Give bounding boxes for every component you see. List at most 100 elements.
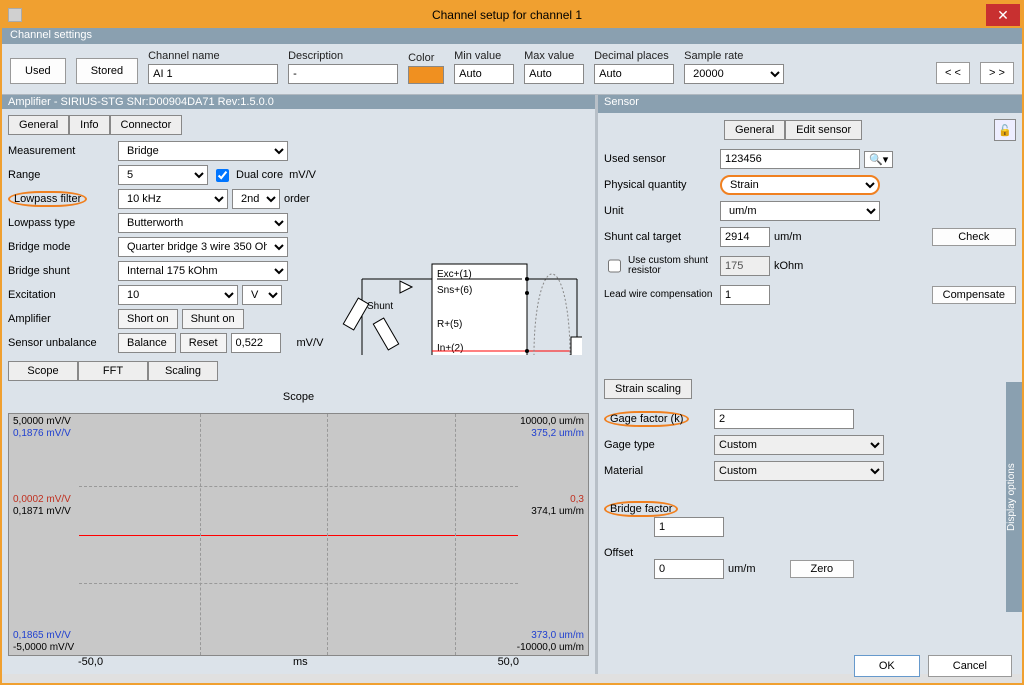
gf-label: Gage factor (k) (604, 411, 689, 427)
balance-button[interactable]: Balance (118, 333, 176, 353)
dp-input[interactable] (594, 64, 674, 84)
short-on-button[interactable]: Short on (118, 309, 178, 329)
dualcore-label: Dual core (236, 169, 283, 181)
svg-text:R+(5): R+(5) (437, 319, 462, 330)
shunt-on-button[interactable]: Shunt on (182, 309, 244, 329)
channel-name-label: Channel name (148, 50, 278, 62)
gf-input[interactable] (714, 409, 854, 429)
scope-xlab: ms (293, 656, 308, 668)
check-button[interactable]: Check (932, 228, 1016, 246)
range-select[interactable]: 5 (118, 165, 208, 185)
unit-select[interactable]: um/m (720, 201, 880, 221)
sr-label: Sample rate (684, 50, 784, 62)
dp-label: Decimal places (594, 50, 674, 62)
tab-fft[interactable]: FFT (78, 361, 148, 381)
tab-connector[interactable]: Connector (110, 115, 183, 135)
gt-select[interactable]: Custom (714, 435, 884, 455)
tab-info[interactable]: Info (69, 115, 109, 135)
unbal-input[interactable] (231, 333, 281, 353)
unbal-unit: mV/V (297, 337, 324, 349)
scope-xmin: -50,0 (78, 656, 103, 668)
range-label: Range (8, 169, 118, 181)
lpt-label: Lowpass type (8, 217, 118, 229)
mat-select[interactable]: Custom (714, 461, 884, 481)
dualcore-checkbox[interactable] (216, 169, 229, 182)
amplifier-header: Amplifier - SIRIUS-STG SNr:D00904DA71 Re… (2, 95, 595, 109)
lock-icon[interactable]: 🔓 (994, 119, 1016, 141)
tab-strain-scaling[interactable]: Strain scaling (604, 379, 692, 399)
sensor-header: Sensor (598, 95, 1022, 113)
svg-text:Shunt: Shunt (367, 301, 393, 312)
section-channel-settings: Channel settings (2, 28, 1022, 44)
next-button[interactable]: > > (980, 62, 1014, 84)
mat-label: Material (604, 465, 714, 477)
off-label: Offset (604, 547, 1016, 559)
tab-scaling[interactable]: Scaling (148, 361, 218, 381)
custom-shunt-checkbox[interactable] (608, 256, 621, 276)
lpf-select[interactable]: 10 kHz (118, 189, 228, 209)
scope-plot[interactable]: 5,0000 mV/V 0,1876 mV/V 0,0002 mV/V 0,18… (8, 413, 589, 656)
description-input[interactable] (288, 64, 398, 84)
exc-label: Excitation (8, 289, 118, 301)
display-options-tab[interactable]: Display options (1006, 382, 1022, 612)
off-input[interactable] (654, 559, 724, 579)
color-label: Color (408, 52, 444, 64)
used-button[interactable]: Used (10, 58, 66, 84)
pq-select[interactable]: Strain (720, 175, 880, 195)
lw-label: Lead wire compensation (604, 290, 714, 300)
lpt-select[interactable]: Butterworth (118, 213, 288, 233)
sct-label: Shunt cal target (604, 231, 714, 243)
zero-button[interactable]: Zero (790, 560, 855, 578)
bm-select[interactable]: Quarter bridge 3 wire 350 Ohm (118, 237, 288, 257)
prev-button[interactable]: < < (936, 62, 970, 84)
unbal-label: Sensor unbalance (8, 337, 118, 349)
unit-label: Unit (604, 205, 714, 217)
channel-name-input[interactable] (148, 64, 278, 84)
lpf-order-select[interactable]: 2nd (232, 189, 280, 209)
sct-input[interactable] (720, 227, 770, 247)
bf-label: Bridge factor (604, 501, 678, 517)
top-row: Used Stored Channel name Description Col… (2, 44, 1022, 95)
measurement-label: Measurement (8, 145, 118, 157)
tab-sensor-general[interactable]: General (724, 120, 785, 140)
min-input[interactable] (454, 64, 514, 84)
search-icon[interactable]: 🔍▾ (864, 151, 893, 168)
used-sensor-label: Used sensor (604, 153, 714, 165)
color-swatch[interactable] (408, 66, 444, 84)
used-sensor-input[interactable] (720, 149, 860, 169)
amp-label: Amplifier (8, 313, 118, 325)
max-input[interactable] (524, 64, 584, 84)
scope-xmax: 50,0 (498, 656, 519, 668)
bs-label: Bridge shunt (8, 265, 118, 277)
window-title: Channel setup for channel 1 (28, 8, 986, 22)
lpf-order-suffix: order (284, 193, 310, 205)
max-label: Max value (524, 50, 584, 62)
titlebar: Channel setup for channel 1 ✕ (2, 2, 1022, 28)
exc-unit-select[interactable]: V (242, 285, 282, 305)
cancel-button[interactable]: Cancel (928, 655, 1012, 677)
exc-select[interactable]: 10 (118, 285, 238, 305)
compensate-button[interactable]: Compensate (932, 286, 1016, 304)
lw-input[interactable] (720, 285, 770, 305)
bs-select[interactable]: Internal 175 kOhm (118, 261, 288, 281)
gt-label: Gage type (604, 439, 714, 451)
description-label: Description (288, 50, 398, 62)
close-button[interactable]: ✕ (986, 4, 1020, 26)
lpf-label: Lowpass filter (8, 191, 87, 207)
tab-scope[interactable]: Scope (8, 361, 78, 381)
ok-button[interactable]: OK (854, 655, 920, 677)
app-icon (8, 8, 22, 22)
stored-button[interactable]: Stored (76, 58, 138, 84)
scope-title: Scope (8, 391, 589, 403)
tab-sensor-edit[interactable]: Edit sensor (785, 120, 862, 140)
bf-input[interactable] (654, 517, 724, 537)
measurement-select[interactable]: Bridge (118, 141, 288, 161)
range-unit: mV/V (289, 169, 316, 181)
bm-label: Bridge mode (8, 241, 118, 253)
sr-select[interactable]: 20000 (684, 64, 784, 84)
svg-text:Exc+(1): Exc+(1) (437, 269, 472, 280)
reset-button[interactable]: Reset (180, 333, 227, 353)
tab-general[interactable]: General (8, 115, 69, 135)
svg-text:Sns+(6): Sns+(6) (437, 285, 472, 296)
svg-text:In+(2): In+(2) (437, 343, 463, 354)
